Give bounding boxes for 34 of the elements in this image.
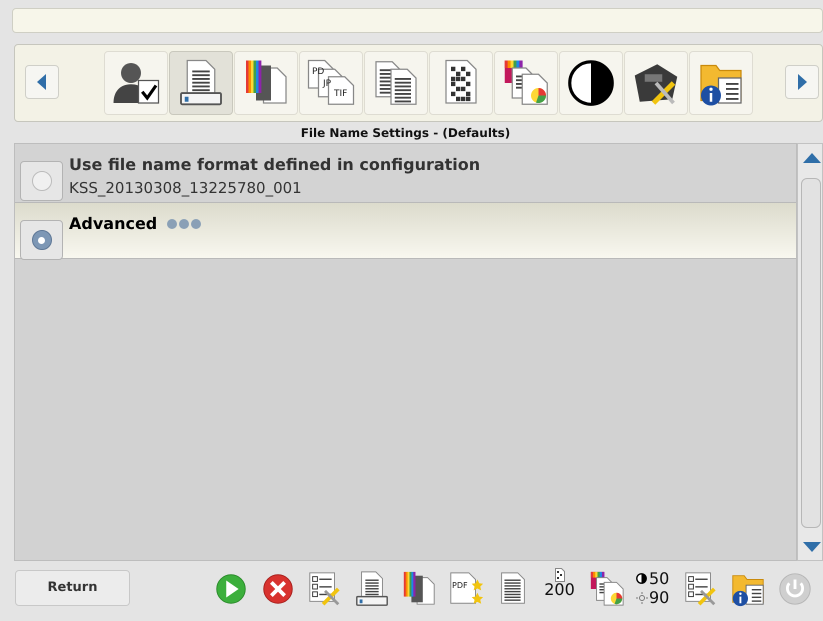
scroll-right-button[interactable] bbox=[785, 65, 819, 99]
toolbar-tab[interactable] bbox=[234, 51, 298, 115]
toolbar-tab[interactable] bbox=[429, 51, 493, 115]
toolbar-tab[interactable]: PD JP TIF bbox=[299, 51, 363, 115]
toolbar-tab[interactable] bbox=[364, 51, 428, 115]
scroll-left-button[interactable] bbox=[25, 65, 59, 99]
scrollbar[interactable] bbox=[797, 143, 823, 561]
left-arrow-icon bbox=[37, 74, 47, 90]
right-arrow-icon bbox=[797, 74, 807, 90]
toolbar-tab[interactable] bbox=[559, 51, 623, 115]
return-button[interactable]: Return bbox=[15, 570, 130, 606]
radio-button[interactable] bbox=[20, 161, 63, 201]
option-row[interactable]: Advanced bbox=[15, 203, 796, 259]
toolbar-tab[interactable] bbox=[689, 51, 753, 115]
toolbar-tab[interactable] bbox=[169, 51, 233, 115]
footer-tool-button[interactable]: 200 bbox=[539, 568, 580, 610]
scroll-down-icon[interactable] bbox=[803, 542, 821, 552]
contrast-icon bbox=[636, 573, 647, 584]
dot-pattern-icon bbox=[554, 568, 564, 582]
option-title: Use file name format defined in configuration bbox=[69, 154, 480, 176]
contrast-icon bbox=[566, 58, 616, 108]
top-field[interactable] bbox=[12, 8, 823, 33]
scrollbar-thumb[interactable] bbox=[801, 178, 821, 528]
section-title: File Name Settings - (Defaults) bbox=[300, 125, 512, 142]
brightness-icon bbox=[636, 592, 648, 604]
scroll-up-icon[interactable] bbox=[803, 153, 821, 163]
toolbar-tab[interactable] bbox=[104, 51, 168, 115]
file-formats-icon bbox=[306, 58, 356, 108]
footer-tool-button[interactable]: 50 90 bbox=[633, 568, 674, 610]
option-title: Advanced bbox=[69, 213, 158, 235]
footer-tool-button[interactable]: PDF bbox=[445, 568, 486, 610]
radio-button[interactable] bbox=[20, 220, 63, 260]
option-subtitle: KSS_20130308_13225780_001 bbox=[69, 178, 303, 199]
toolbar-tab[interactable] bbox=[624, 51, 688, 115]
